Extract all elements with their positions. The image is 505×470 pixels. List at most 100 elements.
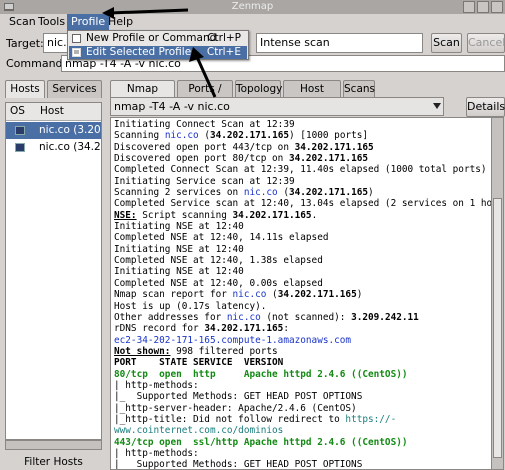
tab-host-details[interactable]: Host Details <box>283 80 341 112</box>
output-segment: PORT STATE SERVICE VERSION <box>114 357 284 369</box>
output-line: Discovered open port 80/tcp on 34.202.17… <box>114 153 503 165</box>
output-segment: 34.202.171.165 <box>232 209 312 221</box>
output-segment: 34.202.171.165 <box>294 141 374 153</box>
menu-item-shortcut: Ctrl+P <box>207 32 241 44</box>
window-title: Zenmap <box>231 1 274 12</box>
edit-document-icon <box>72 48 81 57</box>
output-segment: Nmap scan report for <box>114 289 233 301</box>
output-line: rDNS record for 34.202.171.165: <box>114 323 503 335</box>
chevron-down-icon <box>433 103 441 109</box>
output-line: Initiating NSE at 12:40 <box>114 221 503 232</box>
output-segment: ( <box>266 289 278 301</box>
os-icon <box>15 143 25 152</box>
output-segment: 443/tcp open ssl/http Apache httpd 2.4.6… <box>114 436 408 448</box>
menu-bar: Scan Tools Profile Help <box>0 14 505 30</box>
host-list-hscrollbar[interactable] <box>5 440 102 450</box>
output-segment: 3.209.242.11 <box>351 311 419 323</box>
output-line: PORT STATE SERVICE VERSION <box>114 357 503 369</box>
details-button[interactable]: Details <box>466 97 505 117</box>
output-line: | http-methods: <box>114 447 503 459</box>
output-segment: ) <box>368 187 374 199</box>
output-segment: |_http-server-header: Apache/2.4.6 (Cent… <box>114 402 357 414</box>
output-segment: Host is up (0.17s latency). <box>114 300 267 312</box>
output-segment: ) <box>356 289 363 301</box>
tab-services[interactable]: Services <box>47 80 102 98</box>
output-line: ec2-34-202-171-165.compute-1.amazonaws.c… <box>114 334 503 346</box>
cancel-button[interactable]: Cancel <box>467 33 505 53</box>
new-document-icon <box>72 34 81 43</box>
output-segment: 34.202.171.165 <box>209 130 290 142</box>
output-line: 443/tcp open ssl/http Apache httpd 2.4.6… <box>114 436 503 448</box>
output-line: Scanning 2 services on nic.co (34.202.17… <box>114 187 503 199</box>
output-segment: ( <box>277 187 289 199</box>
output-segment: nic.co <box>226 311 261 323</box>
output-line: NSE: Script scanning 34.202.171.165. <box>114 209 503 221</box>
output-line: www.cointernet.com.co/dominios <box>114 425 503 436</box>
tab-hosts[interactable]: Hosts <box>5 80 45 98</box>
column-os[interactable]: OS <box>10 105 25 117</box>
scan-select-combo[interactable]: nmap -T4 -A -v nic.co <box>110 97 444 116</box>
output-line: Discovered open port 443/tcp on 34.202.1… <box>114 141 503 153</box>
output-segment: Discovered open port 443/tcp on <box>114 141 295 153</box>
output-line: |_http-server-header: Apache/2.4.6 (Cent… <box>114 402 503 414</box>
annotation-arrow-icon <box>102 7 189 19</box>
scan-button[interactable]: Scan <box>431 33 462 53</box>
output-line: 80/tcp open http Apache httpd 2.4.6 ((Ce… <box>114 369 503 380</box>
output-line: Completed NSE at 12:40, 14.11s elapsed <box>114 232 503 243</box>
output-segment: 34.202.171.165 <box>289 187 369 199</box>
profile-value: Intense scan <box>260 36 330 49</box>
output-line: |_ Supported Methods: GET HEAD POST OPTI… <box>114 459 503 469</box>
host-row[interactable]: nic.co (3.209.2 <box>6 122 101 139</box>
scan-select-value: nmap -T4 -A -v nic.co <box>114 100 230 113</box>
host-name: nic.co (34.202 <box>39 141 101 153</box>
tab-scans[interactable]: Scans <box>343 80 375 98</box>
column-host[interactable]: Host <box>40 105 64 117</box>
tab-nmap-output[interactable]: Nmap Output <box>110 80 175 112</box>
menu-item-label: Edit Selected Profile <box>86 46 192 58</box>
output-segment: Initiating Service scan at 12:39 <box>114 175 295 187</box>
output-line: Initiating NSE at 12:40 <box>114 243 503 255</box>
annotation-arrow-icon <box>189 47 217 98</box>
output-segment: rDNS record for <box>114 323 205 335</box>
menu-item-label: New Profile or Command <box>86 32 217 44</box>
output-line: Completed Connect Scan at 12:39, 11.40s … <box>114 164 503 175</box>
nmap-output-text[interactable]: Initiating Connect Scan at 12:39 Scanning… <box>110 117 504 470</box>
output-segment: ec2-34-202-171-165.compute-1.amazonaws.c… <box>114 334 352 346</box>
output-segment: |_ Supported Methods: GET HEAD POST OPTI… <box>114 391 363 403</box>
os-icon <box>15 126 25 135</box>
output-segment: Completed NSE at 12:40, 1.38s elapsed <box>114 255 323 267</box>
host-row[interactable]: nic.co (34.202 <box>6 139 101 156</box>
output-segment: ) [1000 ports] <box>289 130 369 142</box>
output-segment: . <box>311 209 318 221</box>
output-line: | http-methods: <box>114 380 503 391</box>
host-name: nic.co (3.209.2 <box>39 124 101 136</box>
output-line: Not shown: 998 filtered ports <box>114 345 503 357</box>
minimize-button[interactable] <box>463 1 475 13</box>
output-line: |_ Supported Methods: GET HEAD POST OPTI… <box>114 391 503 403</box>
menu-item-new-profile[interactable]: New Profile or Command Ctrl+P <box>69 32 247 45</box>
output-segment: Scanning <box>114 130 165 142</box>
profile-combo[interactable]: Intense scan <box>256 33 423 53</box>
output-segment: 34.202.171.165 <box>288 153 369 165</box>
output-segment: Initiating NSE at 12:40 <box>114 243 244 255</box>
output-segment: nic.co <box>232 289 267 301</box>
target-label: Target: <box>6 37 44 50</box>
tab-topology[interactable]: Topology <box>235 80 282 98</box>
maximize-button[interactable] <box>477 1 489 13</box>
output-segment: Completed NSE at 12:40, 0.00s elapsed <box>114 277 323 289</box>
output-line: Completed Service scan at 12:40, 13.04s … <box>114 198 503 209</box>
output-segment: (not scanned): <box>260 311 352 323</box>
output-segment: | http-methods: <box>114 447 199 459</box>
output-segment: Not shown: <box>114 345 171 357</box>
output-segment: 34.202.171.165 <box>277 289 357 301</box>
filter-hosts-button[interactable]: Filter Hosts <box>5 455 102 470</box>
menu-tools[interactable]: Tools <box>34 14 69 30</box>
output-line: Initiating Service scan at 12:39 <box>114 175 503 187</box>
host-list-header: OS Host <box>6 103 101 121</box>
scrollbar-thumb[interactable] <box>493 198 502 458</box>
close-button[interactable] <box>491 1 503 13</box>
output-segment: Script scanning <box>136 209 233 221</box>
output-vscrollbar[interactable] <box>491 118 503 469</box>
target-input[interactable]: nic.c <box>43 33 68 53</box>
title-bar: Zenmap <box>0 0 505 14</box>
